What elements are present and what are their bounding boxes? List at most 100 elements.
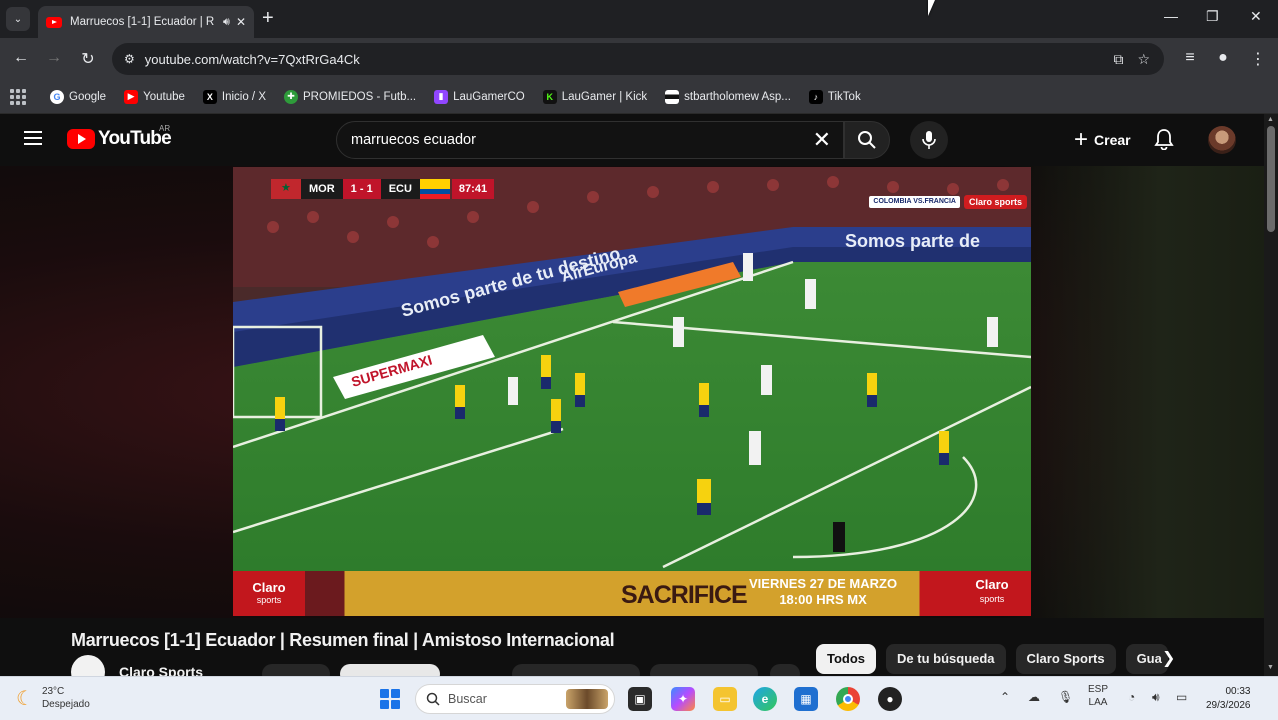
voice-search-button[interactable]	[910, 121, 948, 159]
app-icon[interactable]: ●	[878, 687, 902, 711]
clock-time: 00:33	[1225, 686, 1251, 697]
minimize-icon[interactable]: —	[1164, 8, 1178, 24]
scorebug: MOR 1 - 1 ECU 87:41	[271, 179, 495, 199]
window-close-icon[interactable]: ✕	[1250, 8, 1262, 25]
kick-icon: K	[542, 89, 557, 104]
region-code: AR	[159, 124, 171, 133]
twitch-icon: ▮	[434, 89, 449, 104]
notifications-button[interactable]	[1154, 128, 1174, 155]
search-icon	[426, 692, 440, 706]
chip-de-tu-busqueda[interactable]: De tu búsqueda	[886, 644, 1006, 674]
chip-claro-sports[interactable]: Claro Sports	[1015, 644, 1116, 674]
x-icon: X	[202, 89, 217, 104]
bookmark-star-icon[interactable]: ☆	[1137, 51, 1150, 68]
bookmark-google[interactable]: G Google	[50, 89, 107, 104]
video-player[interactable]: Somos parte de tu destino AirEuropa Somo…	[233, 167, 1031, 616]
input-language[interactable]: ESP LAA	[1088, 683, 1108, 709]
bookmark-stbartholomew[interactable]: stbartholomew Asp...	[665, 89, 791, 104]
search-highlight-image	[566, 689, 608, 709]
bookmark-label: Google	[69, 90, 107, 103]
chrome-icon[interactable]	[836, 687, 860, 711]
mouse-cursor	[928, 0, 935, 16]
youtube-icon: ▶	[124, 89, 139, 104]
sponsor-date: VIERNES 27 DE MARZO 18:00 HRS MX	[749, 576, 897, 608]
sponsor-title: SACRIFICE	[621, 581, 748, 609]
bookmark-youtube[interactable]: ▶ Youtube	[124, 89, 185, 104]
svg-text:Somos parte de: Somos parte de	[845, 231, 980, 251]
temperature: 23°C	[41, 686, 65, 697]
file-explorer-icon[interactable]: ▭	[713, 687, 737, 711]
taskbar-search[interactable]: Buscar	[415, 684, 615, 714]
copilot-icon[interactable]: ✦	[671, 687, 695, 711]
microsoft-store-icon[interactable]: ▦	[794, 687, 818, 711]
away-team: ECU	[380, 179, 420, 199]
apps-grid-icon[interactable]	[10, 88, 26, 105]
reload-icon[interactable]: ↻	[78, 49, 98, 69]
windows-start-icon[interactable]	[380, 689, 400, 709]
create-label: Crear	[1094, 132, 1131, 148]
brand-text: Claro	[252, 579, 286, 595]
bookmark-label: LauGamer | Kick	[561, 90, 648, 103]
chevron-right-icon[interactable]: ❯	[1162, 648, 1175, 668]
match-clock: 87:41	[451, 179, 495, 199]
site-info-icon[interactable]: ⚙︎	[124, 52, 135, 66]
wifi-icon[interactable]: ◔	[1128, 690, 1135, 704]
restore-icon[interactable]: ❐	[1206, 8, 1219, 25]
onedrive-icon[interactable]: ☁	[1028, 690, 1040, 704]
microphone-tray-icon[interactable]: 🎙︎	[1058, 690, 1073, 704]
youtube-logo[interactable]: YouTube	[67, 128, 172, 150]
scroll-down-icon[interactable]: ▼	[1267, 664, 1274, 671]
edge-icon[interactable]: e	[753, 687, 777, 711]
weather-widget[interactable]: ☾ 23°C Despejado	[16, 685, 90, 711]
claro-sports-logo: Claro sports	[963, 195, 1027, 209]
match-frame-image: Somos parte de tu destino AirEuropa Somo…	[233, 167, 1031, 616]
scroll-up-icon[interactable]: ▲	[1267, 116, 1274, 123]
bookmark-twitch[interactable]: ▮ LauGamerCO	[434, 89, 525, 104]
search-input[interactable]: marruecos ecuador ✕	[336, 121, 844, 159]
bookmark-kick[interactable]: K LauGamer | Kick	[542, 89, 648, 104]
moon-icon: ☾	[16, 687, 34, 710]
bookmark-label: Youtube	[143, 90, 185, 103]
forward-arrow-icon[interactable]: →	[44, 49, 64, 67]
tab-search-button[interactable]: ⌄	[6, 7, 30, 31]
system-clock[interactable]: 00:33 29/3/2026	[1206, 685, 1251, 713]
tab-close-icon[interactable]: ✕	[236, 15, 246, 29]
clear-search-icon[interactable]: ✕	[813, 127, 831, 153]
page-scrollbar[interactable]: ▲ ▼	[1264, 114, 1278, 676]
install-app-icon[interactable]: ⧉	[1113, 51, 1123, 68]
account-avatar[interactable]	[1208, 126, 1236, 154]
bookmark-label: TikTok	[827, 90, 861, 103]
profile-icon[interactable]: ●	[1213, 49, 1233, 67]
browser-tab-active[interactable]: Marruecos [1-1] Ecuador | R 🔊︎ ✕	[38, 6, 254, 38]
broadcast-corner-logo: COLOMBIA VS.FRANCIA Claro sports	[869, 195, 1027, 209]
create-button[interactable]: + Crear	[1060, 122, 1145, 158]
chrome-menu-icon[interactable]: ⋮	[1248, 49, 1268, 69]
bookmark-tiktok[interactable]: ♪ TikTok	[808, 89, 861, 104]
hamburger-menu-icon[interactable]	[24, 131, 42, 145]
battery-icon[interactable]: ▭	[1176, 690, 1187, 704]
search-button[interactable]	[844, 121, 890, 159]
address-bar[interactable]: ⚙︎ youtube.com/watch?v=7QxtRrGa4Ck ⧉ ☆	[112, 43, 1164, 75]
related-filter-chips: Todos De tu búsqueda Claro Sports Gua	[816, 644, 1168, 674]
volume-icon[interactable]: 🔊︎	[1152, 690, 1160, 705]
new-tab-button[interactable]: +	[262, 8, 274, 28]
brand-text: Claro	[975, 577, 1009, 592]
audio-playing-icon[interactable]: 🔊︎	[223, 16, 230, 29]
bookmark-x[interactable]: X Inicio / X	[202, 89, 266, 104]
microphone-icon	[922, 131, 936, 149]
scroll-thumb[interactable]	[1267, 126, 1275, 232]
youtube-favicon-icon	[46, 16, 62, 28]
task-view-icon[interactable]: ▣	[628, 687, 652, 711]
show-hidden-icons-icon[interactable]: ⌃	[1000, 690, 1010, 704]
back-arrow-icon[interactable]: ←	[11, 49, 31, 67]
bookmark-promiedos[interactable]: ✚ PROMIEDOS - Futb...	[284, 89, 416, 104]
youtube-header: YouTube AR marruecos ecuador ✕ + Crear	[0, 114, 1264, 166]
chip-todos[interactable]: Todos	[816, 644, 877, 674]
morocco-flag-icon	[271, 179, 301, 199]
flag-icon	[665, 89, 680, 104]
url-text: youtube.com/watch?v=7QxtRrGa4Ck	[144, 51, 360, 67]
weather-condition: Despejado	[41, 699, 90, 710]
search-icon	[858, 131, 876, 149]
media-control-icon[interactable]: ≡	[1180, 49, 1200, 67]
weather-text: 23°C Despejado	[42, 685, 90, 711]
